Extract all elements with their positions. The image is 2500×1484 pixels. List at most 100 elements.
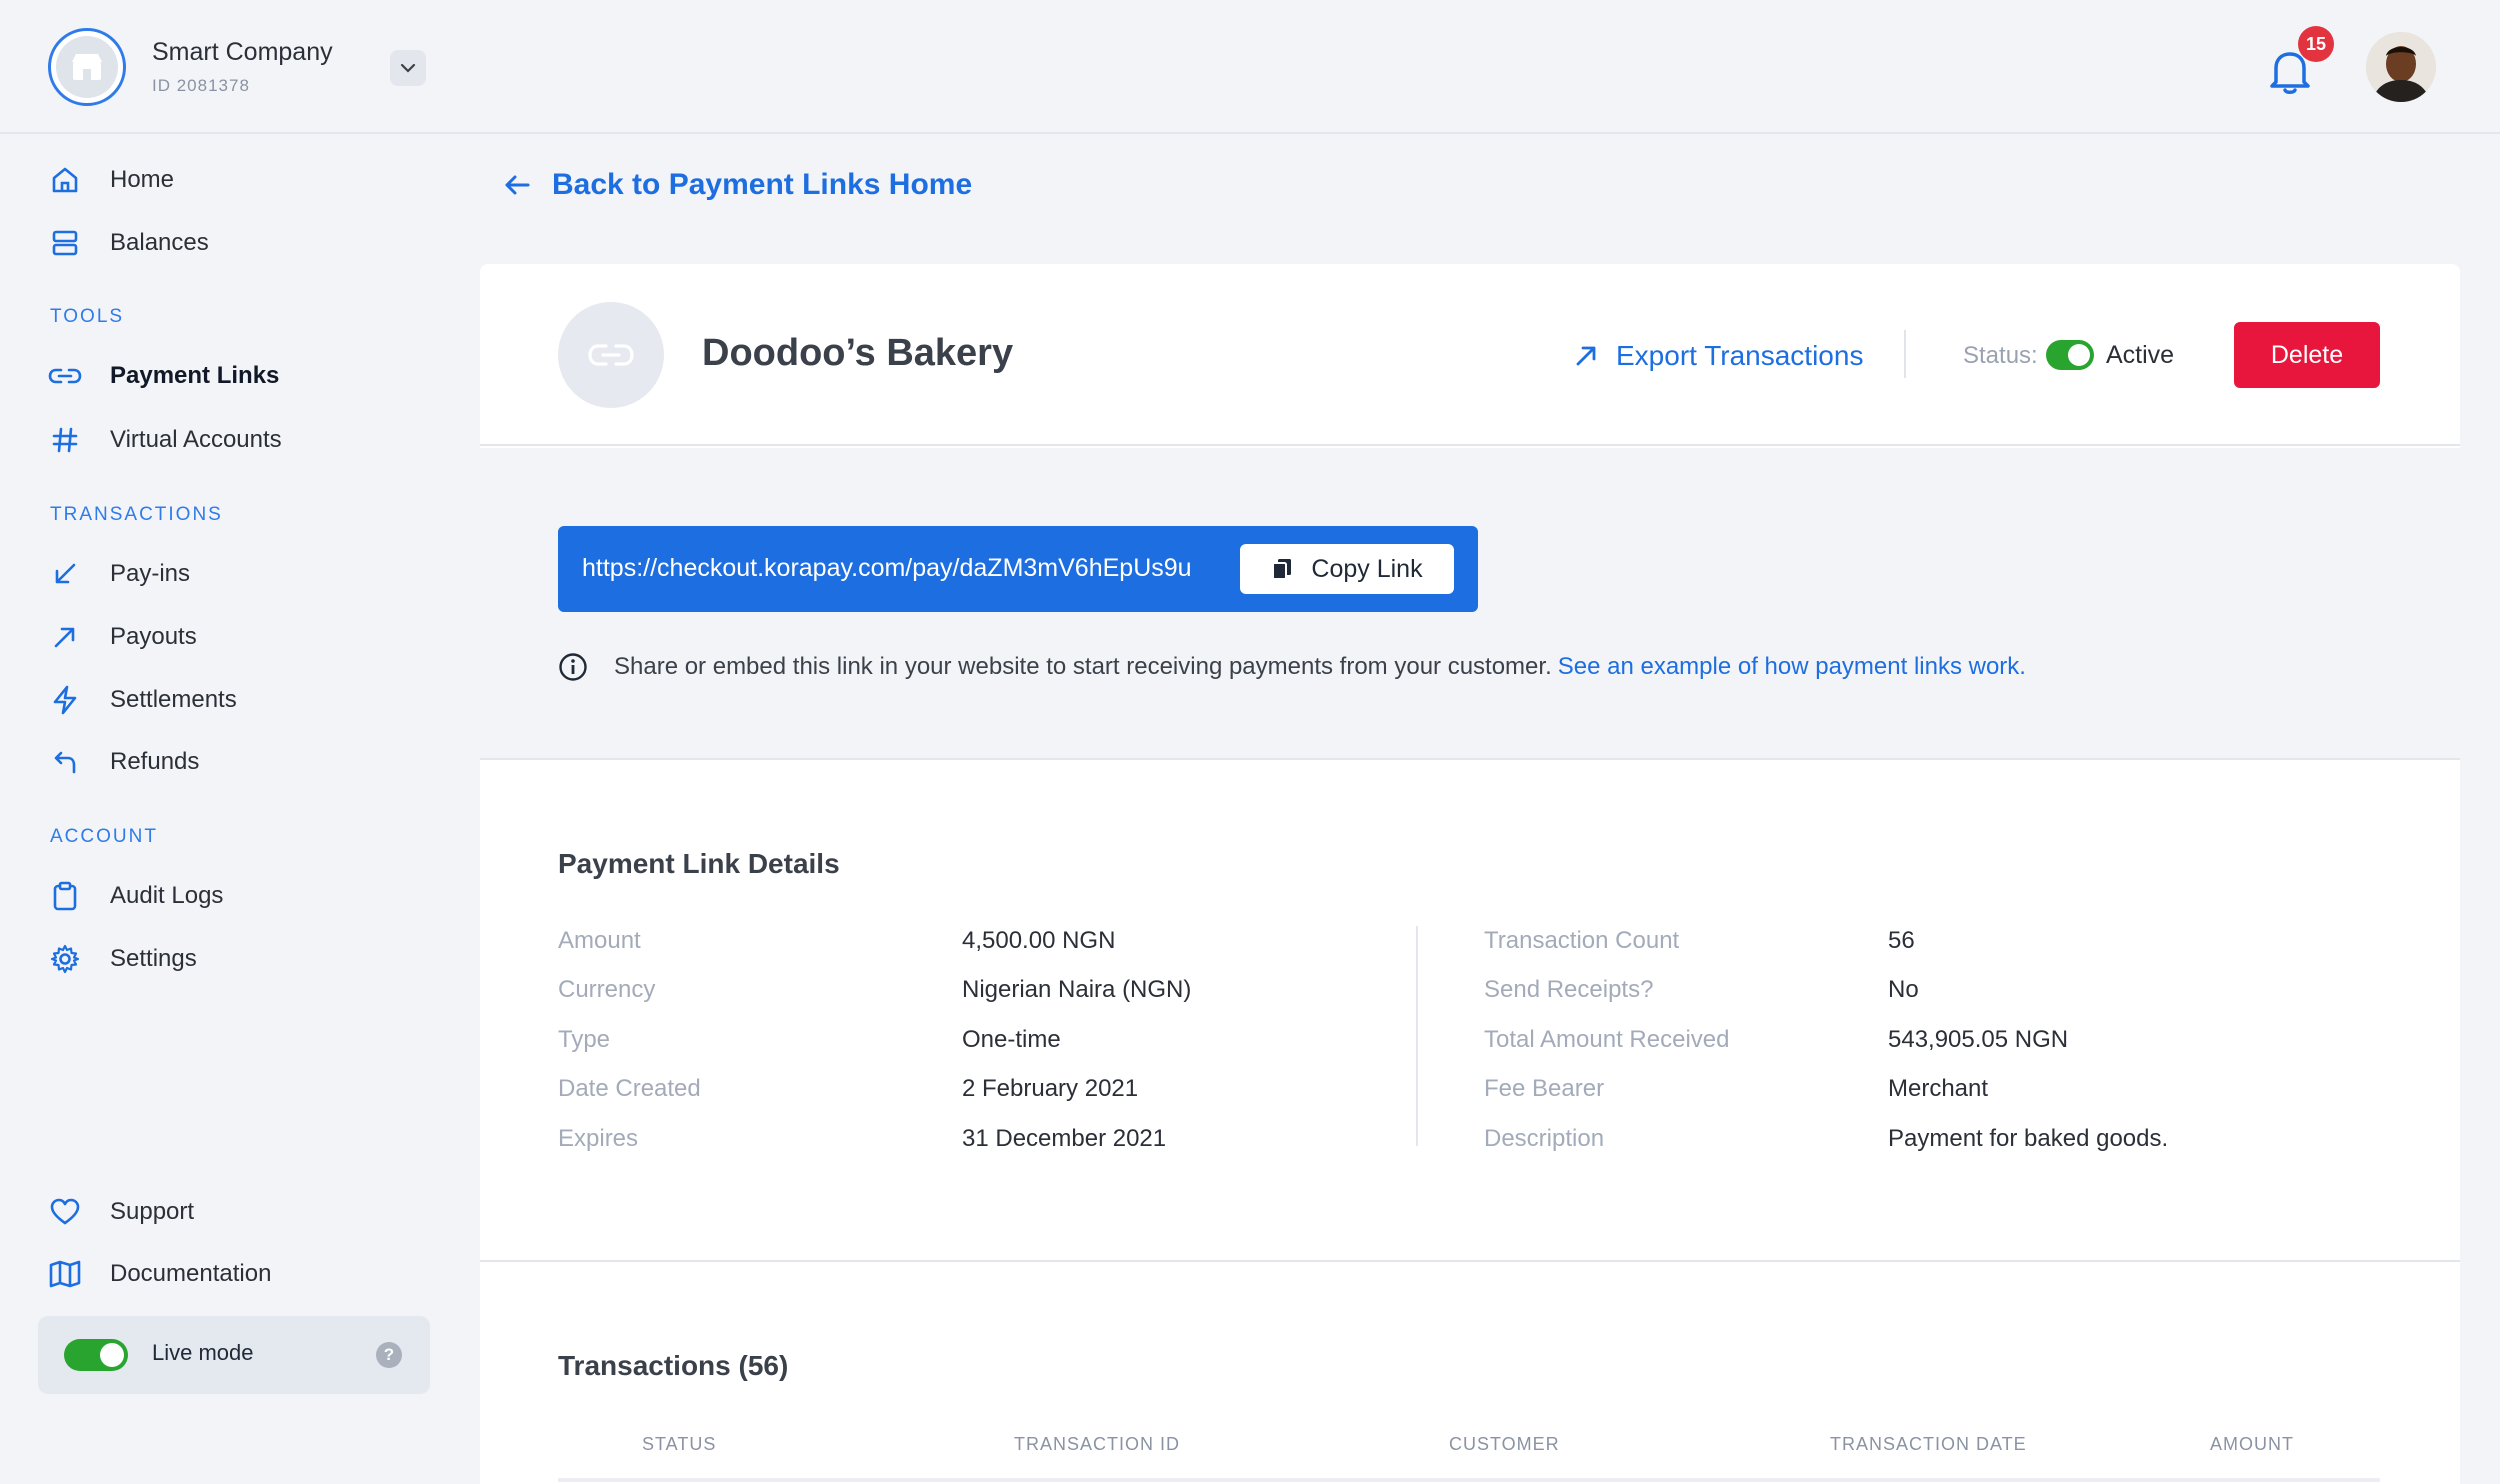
live-mode-label: Live mode [152,1340,254,1365]
company-name: Smart Company [152,38,333,66]
hash-icon [52,427,78,453]
sidebar-item-home[interactable]: Home [48,160,174,200]
detail-value: No [1888,976,1919,1003]
share-info: Share or embed this link in your website… [558,652,2026,682]
company-switcher-button[interactable] [390,50,426,86]
sidebar-item-label: Balances [110,229,209,256]
detail-label: Currency [558,976,656,1003]
sidebar-item-label: Payment Links [110,362,280,389]
help-icon[interactable]: ? [376,1342,402,1368]
detail-label: Fee Bearer [1484,1075,1605,1102]
sidebar: Home Balances TOOLS Payment Links Virtua… [0,136,480,1484]
transactions-section: Transactions (56) STATUS TRANSACTION ID … [480,1264,2460,1484]
detail-label: Description [1484,1125,1605,1152]
column-header-transaction-date[interactable]: TRANSACTION DATE [1830,1434,2027,1455]
map-icon [49,1260,81,1288]
column-header-customer[interactable]: CUSTOMER [1449,1434,1560,1455]
sidebar-item-pay-ins[interactable]: Pay-ins [48,554,190,594]
return-icon [54,751,76,774]
arrow-up-right-icon [54,627,75,648]
section-label-transactions: TRANSACTIONS [50,504,223,525]
copy-link-label: Copy Link [1311,554,1423,583]
copy-link-button[interactable]: Copy Link [1240,544,1454,594]
sidebar-item-label: Payouts [110,623,197,650]
sidebar-item-label: Home [110,166,175,193]
export-label: Export Transactions [1616,340,1864,371]
live-mode-panel: Live mode ? [38,1316,430,1394]
sidebar-item-label: Pay-ins [110,560,191,587]
chevron-down-icon [400,63,416,73]
detail-value: Nigerian Naira (NGN) [962,976,1192,1003]
details-divider [1416,926,1418,1146]
sidebar-item-balances[interactable]: Balances [48,223,209,263]
divider [1904,330,1906,378]
sidebar-item-label: Refunds [110,748,200,775]
user-avatar[interactable] [2366,32,2436,102]
payment-link-details: Payment Link Details Amount 4,500.00 NGN… [480,762,2460,1262]
status-toggle[interactable] [2046,340,2094,370]
payment-url[interactable]: https://checkout.korapay.com/pay/daZM3mV… [582,554,1192,583]
detail-value: 31 December 2021 [962,1125,1167,1152]
detail-value: Merchant [1888,1075,1989,1102]
sidebar-item-settlements[interactable]: Settlements [48,680,237,720]
sidebar-item-label: Audit Logs [110,882,224,909]
clipboard-icon [53,881,77,911]
sidebar-item-label: Support [110,1198,195,1225]
delete-button[interactable]: Delete [2234,322,2380,388]
details-title: Payment Link Details [558,848,840,879]
sidebar-item-label: Settlements [110,686,237,713]
payment-url-box: https://checkout.korapay.com/pay/daZM3mV… [558,526,1478,612]
export-transactions-button[interactable]: Export Transactions [1574,340,1863,372]
sidebar-item-support[interactable]: Support [48,1192,194,1232]
sidebar-item-label: Settings [110,945,197,972]
payment-link-avatar [558,302,664,408]
live-mode-toggle[interactable] [64,1339,128,1371]
column-header-amount[interactable]: AMOUNT [2210,1434,2294,1455]
lightning-icon [53,685,77,715]
detail-value: 2 February 2021 [962,1075,1139,1102]
link-share-section: https://checkout.korapay.com/pay/daZM3mV… [480,448,2460,760]
top-bar: Smart Company ID 2081378 15 [0,0,2500,134]
store-icon [72,54,102,80]
card-header: Doodoo’s Bakery Export Transactions Stat… [480,264,2460,446]
arrow-up-right-icon [1576,346,1596,366]
detail-label: Expires [558,1125,639,1152]
detail-label: Amount [558,927,641,954]
sidebar-item-virtual-accounts[interactable]: Virtual Accounts [48,420,282,460]
payment-links-example-link[interactable]: See an example of how payment links work… [1558,653,2026,681]
column-header-status[interactable]: STATUS [642,1434,716,1455]
table-header-divider [558,1478,2380,1482]
share-info-text: Share or embed this link in your website… [614,653,1552,680]
heart-icon [50,1198,80,1225]
detail-label: Type [558,1026,611,1053]
detail-label: Total Amount Received [1484,1026,1730,1053]
column-header-transaction-id[interactable]: TRANSACTION ID [1014,1434,1180,1455]
sidebar-item-audit-logs[interactable]: Audit Logs [48,876,223,916]
detail-label: Transaction Count [1484,927,1680,954]
arrow-left-icon [505,175,530,195]
payment-link-card: Doodoo’s Bakery Export Transactions Stat… [480,264,2460,1484]
sidebar-item-refunds[interactable]: Refunds [48,742,199,782]
detail-value: Payment for baked goods. [1888,1125,2169,1152]
back-to-payment-links-link[interactable]: Back to Payment Links Home [504,168,972,202]
status-value: Active [2106,341,2175,369]
section-label-account: ACCOUNT [50,826,158,847]
detail-value: One-time [962,1026,1061,1053]
back-link-label: Back to Payment Links Home [552,168,973,201]
info-icon [559,653,587,681]
detail-label: Date Created [558,1075,701,1102]
sidebar-item-documentation[interactable]: Documentation [48,1254,271,1294]
sidebar-item-settings[interactable]: Settings [48,939,197,979]
transactions-title: Transactions (56) [558,1350,789,1381]
company-logo[interactable] [48,28,126,106]
detail-value: 56 [1888,927,1915,954]
sidebar-item-payouts[interactable]: Payouts [48,617,197,657]
arrow-down-left-icon [55,563,76,584]
notification-badge: 15 [2298,26,2334,62]
status-label: Status: [1963,342,2038,369]
copy-icon [1272,559,1292,580]
sidebar-item-payment-links[interactable]: Payment Links [48,356,279,396]
gear-icon [50,944,80,974]
sidebar-item-label: Virtual Accounts [110,426,282,453]
link-icon [48,368,82,384]
